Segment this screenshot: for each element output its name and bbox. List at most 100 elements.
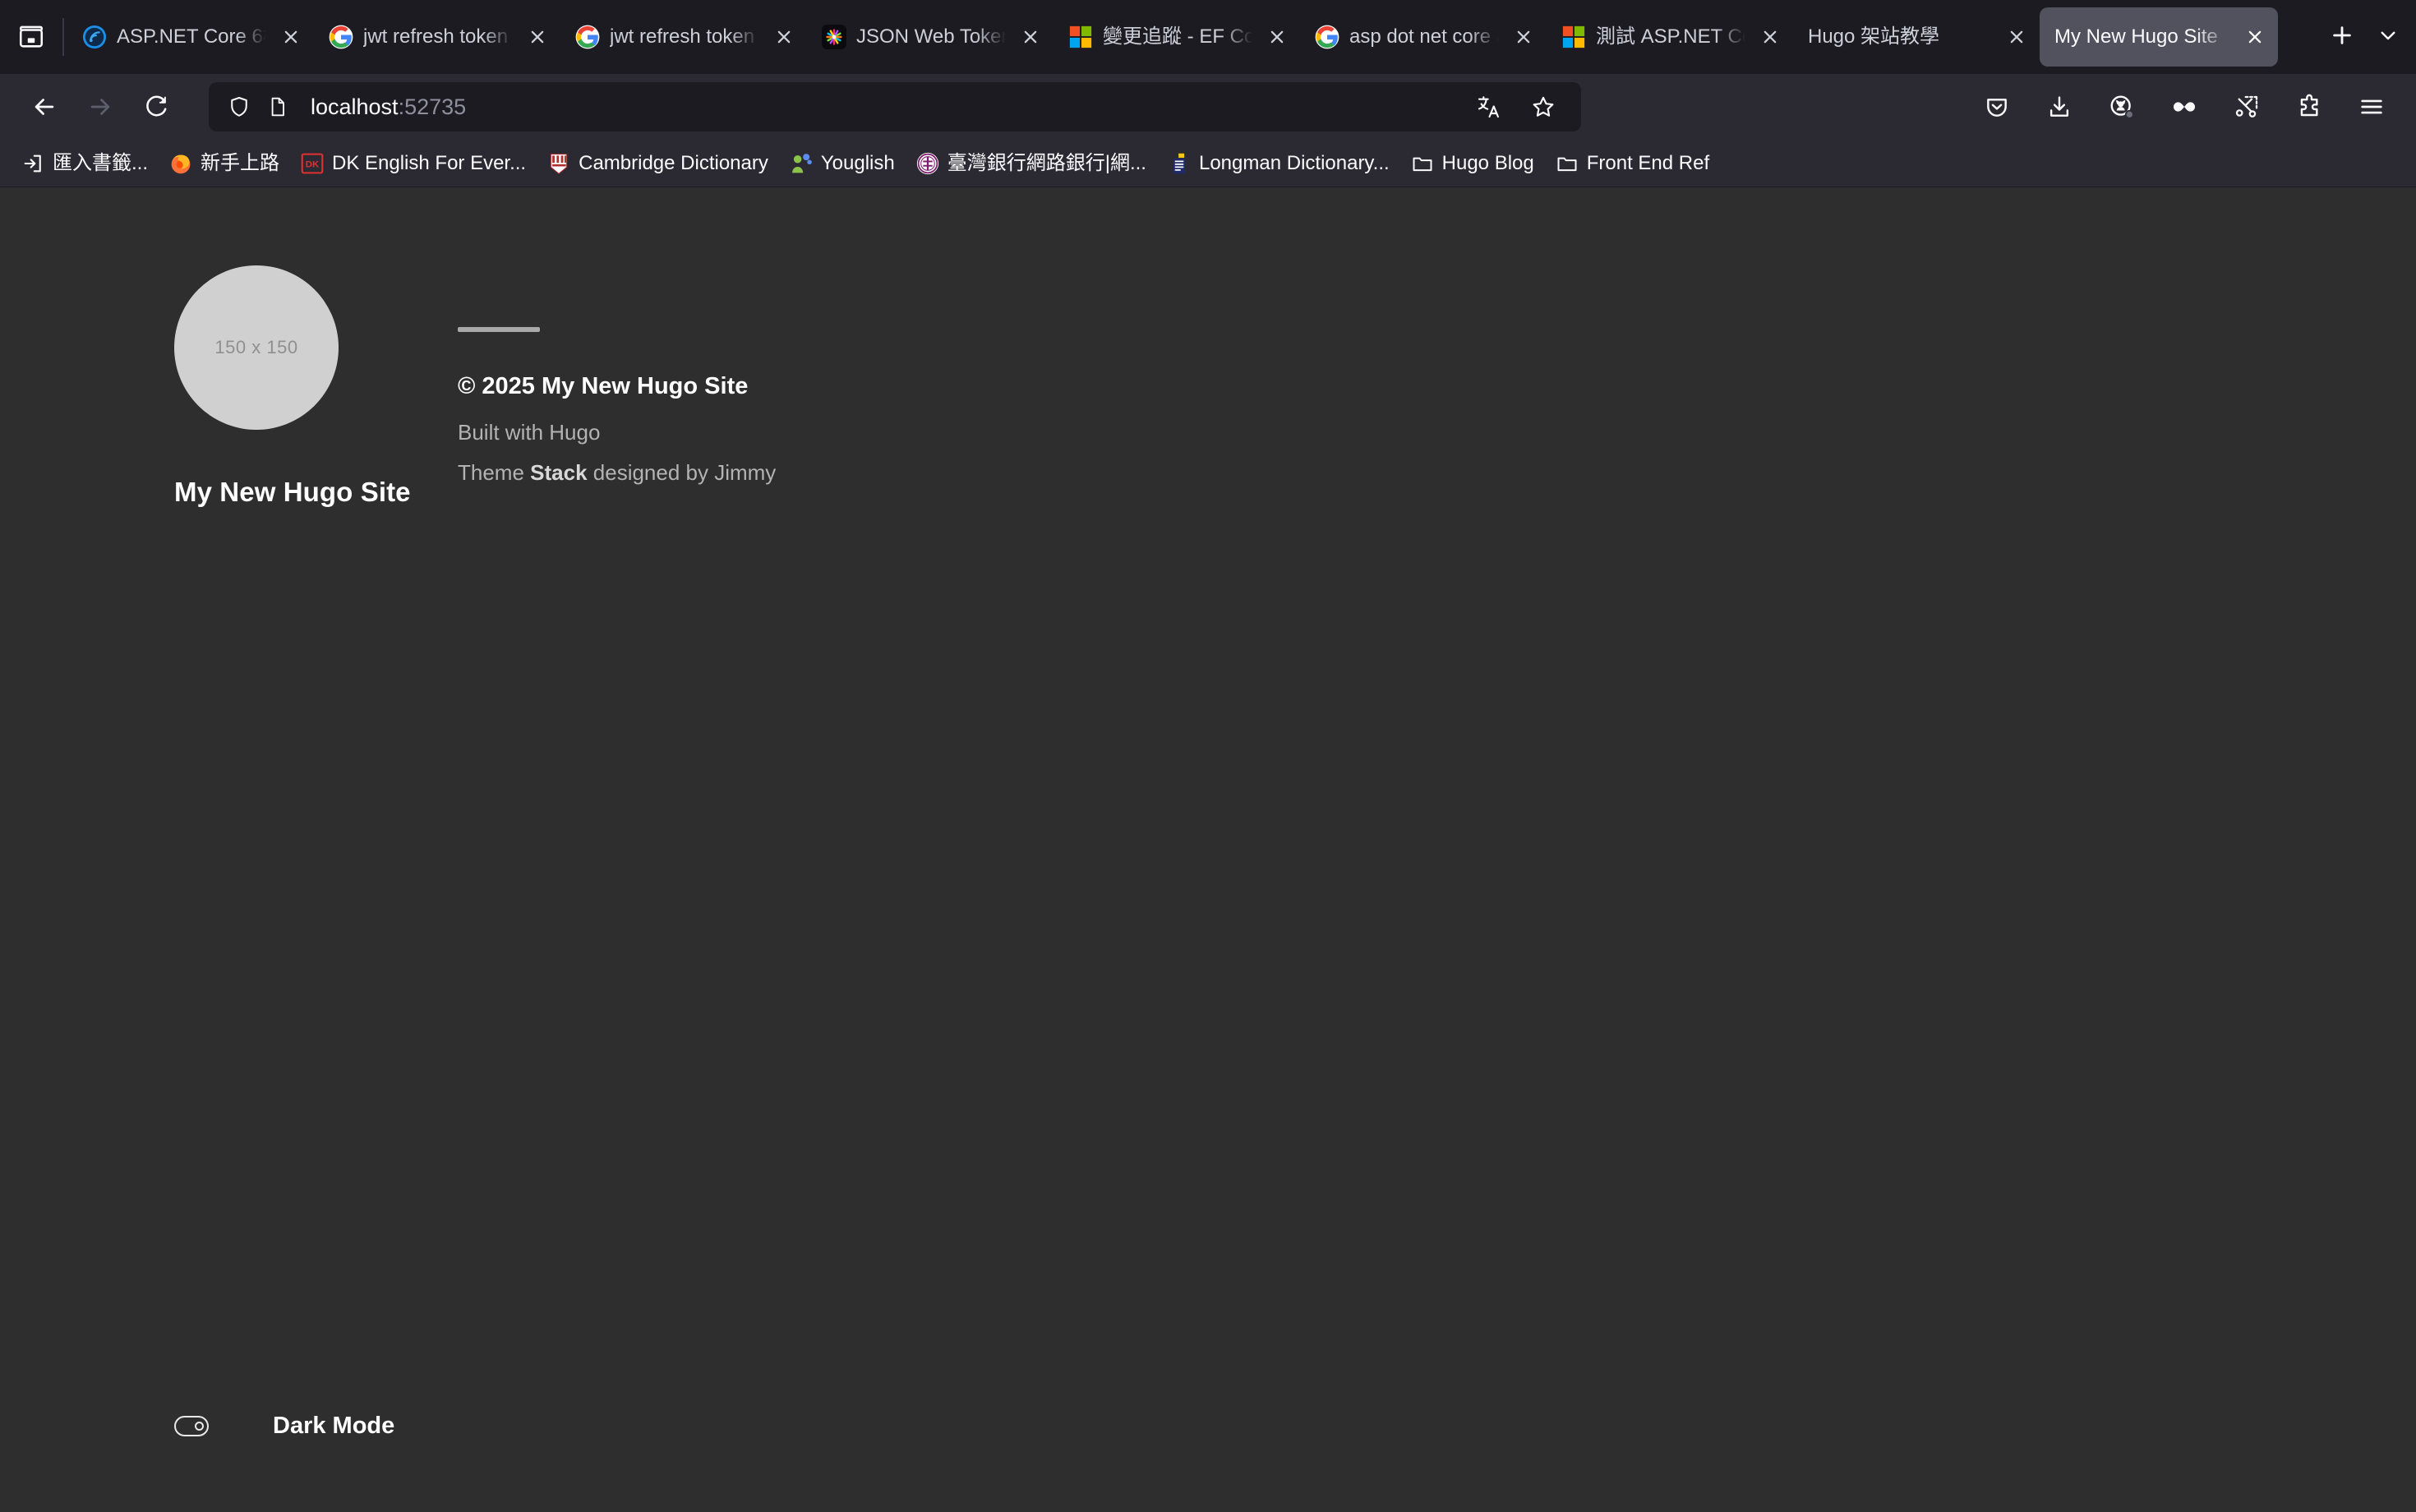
download-icon <box>2046 94 2073 120</box>
toolbar-right-icons <box>1971 81 2398 133</box>
tab-close-icon[interactable] <box>1509 22 1538 52</box>
footer-copyright: © 2025 My New Hugo Site <box>458 373 749 399</box>
site-header: 150 x 150 My New Hugo Site <box>174 265 445 508</box>
plus-icon <box>2330 23 2354 52</box>
tabstrip-divider <box>62 18 64 56</box>
downloads-button[interactable] <box>2033 81 2086 133</box>
pocket-icon <box>1984 94 2010 120</box>
account-button[interactable] <box>2096 81 2148 133</box>
tab-test-aspnet-core[interactable]: 測試 ASP.NET Cor <box>1547 7 1793 67</box>
dark-mode-control[interactable]: Dark Mode <box>174 1413 394 1440</box>
page-content: 150 x 150 My New Hugo Site © 2025 My New… <box>0 187 2416 1512</box>
url-port: :52735 <box>398 94 467 119</box>
tab-close-icon[interactable] <box>276 22 306 52</box>
tab-my-new-hugo-site[interactable]: My New Hugo Site <box>2040 7 2278 67</box>
bookmark-label: 臺灣銀行網路銀行|網... <box>947 151 1146 174</box>
firefox-icon <box>169 152 192 175</box>
longman-icon <box>1168 152 1191 175</box>
bookmark-label: DK English For Ever... <box>332 151 527 174</box>
firefox-view-icon <box>17 23 45 51</box>
dk-book-icon: DK <box>301 152 324 175</box>
folder-icon <box>1556 152 1579 175</box>
cambridge-crest-icon <box>547 152 570 175</box>
bookmark-bank-of-taiwan[interactable]: 臺灣銀行網路銀行|網... <box>906 148 1156 179</box>
tab-close-icon[interactable] <box>1016 22 1045 52</box>
tab-close-icon[interactable] <box>2240 22 2270 52</box>
bank-seal-icon <box>916 152 939 175</box>
tab-close-icon[interactable] <box>523 22 552 52</box>
tab-close-icon[interactable] <box>2002 22 2031 52</box>
bookmark-folder-front-end-ref[interactable]: Front End Ref <box>1546 148 1719 179</box>
navigation-toolbar: localhost:52735 <box>0 74 2416 140</box>
tab-ef-core-change-tracking[interactable]: 變更追蹤 - EF Core <box>1054 7 1300 67</box>
hamburger-menu-icon <box>2358 93 2386 121</box>
screenshot-button[interactable] <box>2220 81 2273 133</box>
bookmark-folder-hugo-blog[interactable]: Hugo Blog <box>1401 148 1544 179</box>
reload-button[interactable] <box>130 81 182 133</box>
theme-name: Stack <box>530 460 588 485</box>
bookmarks-toolbar: 匯入書籤... 新手上路 DK DK English For Ever... C… <box>0 140 2416 187</box>
arrow-right-icon <box>86 93 114 121</box>
pocket-button[interactable] <box>1971 81 2023 133</box>
bookmark-cambridge-dictionary[interactable]: Cambridge Dictionary <box>537 148 778 179</box>
shield-icon[interactable] <box>227 94 251 119</box>
sync-button[interactable] <box>2158 81 2211 133</box>
bookmark-longman-dictionary[interactable]: Longman Dictionary... <box>1158 148 1399 179</box>
tab-aspnet-core-6[interactable]: ASP.NET Core 6框 <box>67 7 314 67</box>
theme-suffix: designed by Jimmy <box>587 460 777 485</box>
bookmark-label: Youglish <box>820 151 895 174</box>
list-all-tabs-button[interactable] <box>2365 14 2411 60</box>
tab-close-icon[interactable] <box>769 22 799 52</box>
google-icon <box>575 25 600 49</box>
new-tab-button[interactable] <box>2319 14 2365 60</box>
bookmark-button[interactable] <box>1520 84 1566 130</box>
bookmark-label: 匯入書籤... <box>53 151 149 174</box>
chevron-down-icon <box>2377 25 2399 50</box>
app-menu-button[interactable] <box>2345 81 2398 133</box>
tab-list: ASP.NET Core 6框 jwt refresh token w jwt … <box>67 0 2319 74</box>
tab-title: 變更追蹤 - EF Core <box>1103 25 1252 48</box>
tab-jwt-refresh-token-2[interactable]: jwt refresh token 5 <box>560 7 807 67</box>
extensions-button[interactable] <box>2283 81 2335 133</box>
url-bar[interactable]: localhost:52735 <box>209 82 1581 131</box>
urlbar-actions <box>1466 84 1566 130</box>
page-info-icon[interactable] <box>266 95 289 118</box>
bookmark-label: Cambridge Dictionary <box>579 151 768 174</box>
bookmark-getting-started[interactable]: 新手上路 <box>159 148 289 179</box>
tab-asp-dot-net-core[interactable]: asp dot net core a <box>1300 7 1547 67</box>
tab-title: jwt refresh token 5 <box>610 25 759 48</box>
account-icon <box>2109 94 2135 120</box>
microsoft-icon <box>1068 25 1093 49</box>
theme-prefix: Theme <box>458 460 531 485</box>
bookmark-label: Longman Dictionary... <box>1198 151 1390 174</box>
firefox-view-button[interactable] <box>0 0 62 74</box>
tab-title: JSON Web Tokens <box>856 25 1006 48</box>
tab-title: 測試 ASP.NET Cor <box>1596 25 1745 48</box>
bookmark-dk-english[interactable]: DK DK English For Ever... <box>291 148 536 179</box>
dark-mode-toggle[interactable] <box>174 1416 209 1436</box>
youglish-icon <box>790 152 813 175</box>
folder-icon <box>1411 152 1434 175</box>
tab-title: Hugo 架站教學 <box>1808 25 1940 48</box>
jwt-icon <box>822 25 846 49</box>
import-icon <box>21 152 44 175</box>
bookmark-import[interactable]: 匯入書籤... <box>12 148 158 179</box>
tab-close-icon[interactable] <box>1262 22 1292 52</box>
bookmark-youglish[interactable]: Youglish <box>780 148 905 179</box>
signalr-icon <box>82 25 107 49</box>
footer-built-with: Built with Hugo <box>458 420 601 445</box>
svg-text:DK: DK <box>306 159 320 169</box>
tab-close-icon[interactable] <box>1755 22 1785 52</box>
footer-divider <box>458 327 540 332</box>
bookmark-label: Front End Ref <box>1586 151 1710 174</box>
translate-button[interactable] <box>1466 84 1512 130</box>
tab-hugo-tutorial[interactable]: Hugo 架站教學 <box>1793 7 2040 67</box>
tab-jwt-refresh-token-1[interactable]: jwt refresh token w <box>314 7 560 67</box>
back-button[interactable] <box>18 81 71 133</box>
tab-title: asp dot net core a <box>1349 25 1499 48</box>
arrow-left-icon <box>30 93 58 121</box>
tab-json-web-tokens[interactable]: JSON Web Tokens <box>807 7 1054 67</box>
urlbar-identity-box[interactable] <box>227 94 289 119</box>
puzzle-icon <box>2296 94 2322 120</box>
site-footer: © 2025 My New Hugo Site Built with Hugo … <box>458 327 1033 486</box>
